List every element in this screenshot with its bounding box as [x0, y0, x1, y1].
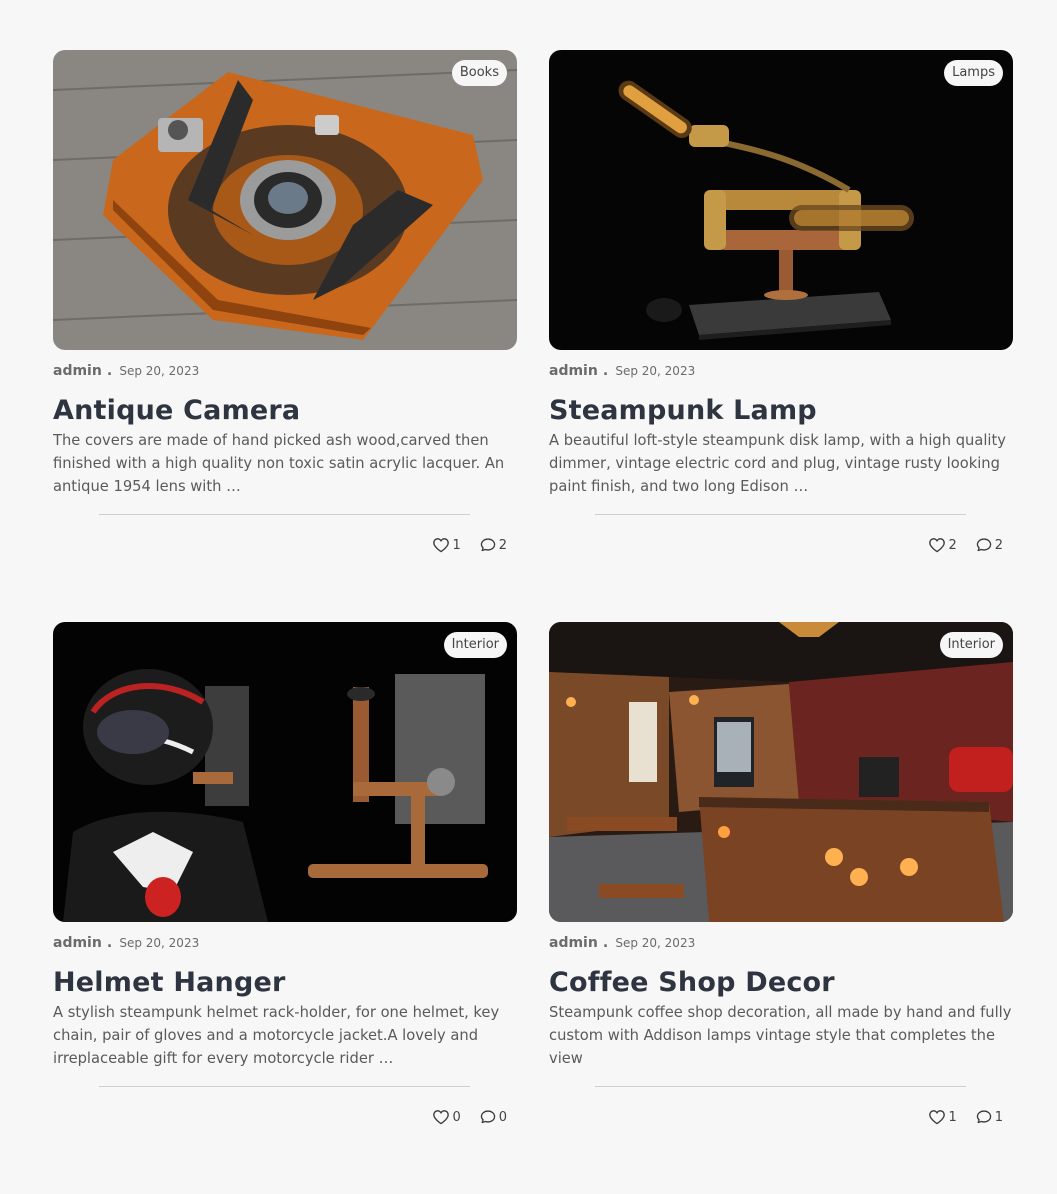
coffee-shop-image — [549, 622, 1013, 922]
divider — [99, 1086, 470, 1087]
post-thumbnail[interactable]: Interior — [53, 622, 517, 922]
post-excerpt: A beautiful loft-style steampunk disk la… — [549, 432, 1006, 495]
like-count: 1 — [948, 1109, 957, 1125]
category-badge[interactable]: Books — [451, 60, 507, 86]
heart-icon — [433, 538, 450, 553]
meta-separator: . — [106, 935, 113, 951]
comment-count: 1 — [994, 1109, 1003, 1125]
like-button[interactable]: 0 — [432, 1109, 461, 1125]
comment-count: 2 — [498, 537, 507, 553]
post-card: Interior admin . Sep 20, 2023 Coffee Sho… — [549, 622, 1013, 1194]
author-name[interactable]: admin — [53, 363, 102, 379]
meta-separator: . — [602, 935, 609, 951]
comment-button[interactable]: 2 — [975, 537, 1003, 553]
post-date: Sep 20, 2023 — [615, 364, 696, 378]
camera-book-image — [53, 50, 517, 350]
heart-icon — [433, 1110, 450, 1125]
helmet-hanger-image — [53, 622, 517, 922]
post-card: Interior admin . Sep 20, 2023 Helmet Han… — [53, 622, 517, 1194]
post-actions: 2 2 — [928, 537, 1003, 553]
post-meta: admin . Sep 20, 2023 — [549, 361, 1013, 379]
category-badge[interactable]: Interior — [939, 632, 1003, 658]
comment-icon — [976, 1110, 991, 1124]
like-count: 1 — [452, 537, 461, 553]
post-thumbnail[interactable]: Interior — [549, 622, 1013, 922]
post-excerpt: A stylish steampunk helmet rack-holder, … — [53, 1004, 500, 1067]
post-actions: 1 1 — [928, 1109, 1003, 1125]
heart-icon — [929, 1110, 946, 1125]
post-title[interactable]: Antique Camera — [53, 395, 517, 429]
category-badge[interactable]: Interior — [443, 632, 507, 658]
divider — [99, 514, 470, 515]
comment-button[interactable]: 0 — [479, 1109, 507, 1125]
post-excerpt: Steampunk coffee shop decoration, all ma… — [549, 1004, 1012, 1067]
heart-icon — [929, 538, 946, 553]
post-thumbnail[interactable]: Books — [53, 50, 517, 350]
post-date: Sep 20, 2023 — [119, 936, 200, 950]
like-count: 0 — [452, 1109, 461, 1125]
post-thumbnail[interactable]: Lamps — [549, 50, 1013, 350]
comment-icon — [480, 1110, 495, 1124]
comment-icon — [480, 538, 495, 552]
comment-count: 2 — [994, 537, 1003, 553]
post-meta: admin . Sep 20, 2023 — [549, 933, 1013, 951]
post-card: Lamps admin . Sep 20, 2023 Steampunk Lam… — [549, 50, 1013, 622]
author-name[interactable]: admin — [53, 935, 102, 951]
like-button[interactable]: 1 — [432, 537, 461, 553]
author-name[interactable]: admin — [549, 935, 598, 951]
post-title[interactable]: Helmet Hanger — [53, 967, 517, 1001]
comment-count: 0 — [498, 1109, 507, 1125]
meta-separator: . — [602, 363, 609, 379]
comment-icon — [976, 538, 991, 552]
comment-button[interactable]: 2 — [479, 537, 507, 553]
post-excerpt: The covers are made of hand picked ash w… — [53, 432, 505, 495]
post-meta: admin . Sep 20, 2023 — [53, 361, 517, 379]
category-badge[interactable]: Lamps — [944, 60, 1003, 86]
author-name[interactable]: admin — [549, 363, 598, 379]
post-title[interactable]: Coffee Shop Decor — [549, 967, 1013, 1001]
meta-separator: . — [106, 363, 113, 379]
like-button[interactable]: 1 — [928, 1109, 957, 1125]
post-grid: Books admin . Sep 20, 2023 Antique Camer… — [53, 50, 1013, 1194]
post-meta: admin . Sep 20, 2023 — [53, 933, 517, 951]
post-actions: 1 2 — [432, 537, 507, 553]
post-date: Sep 20, 2023 — [615, 936, 696, 950]
comment-button[interactable]: 1 — [975, 1109, 1003, 1125]
post-title[interactable]: Steampunk Lamp — [549, 395, 1013, 429]
post-card: Books admin . Sep 20, 2023 Antique Camer… — [53, 50, 517, 622]
divider — [595, 514, 966, 515]
like-count: 2 — [948, 537, 957, 553]
post-actions: 0 0 — [432, 1109, 507, 1125]
like-button[interactable]: 2 — [928, 537, 957, 553]
divider — [595, 1086, 966, 1087]
steampunk-lamp-image — [549, 50, 1013, 350]
post-date: Sep 20, 2023 — [119, 364, 200, 378]
